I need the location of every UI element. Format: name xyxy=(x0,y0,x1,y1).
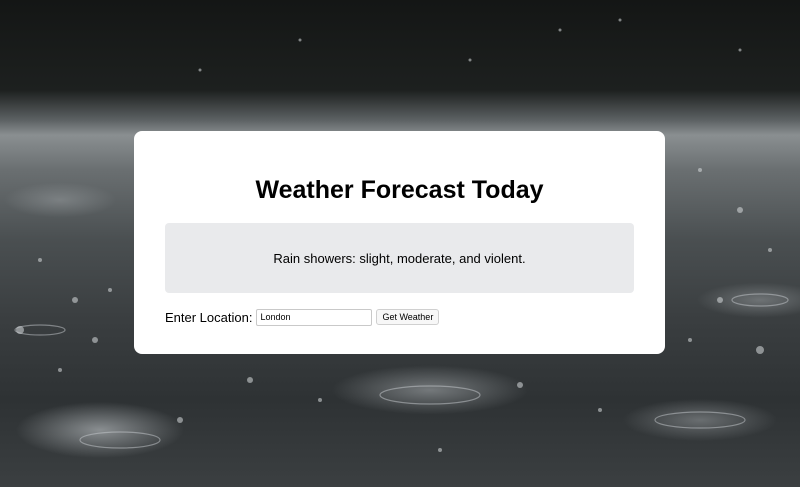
get-weather-button[interactable]: Get Weather xyxy=(376,309,440,325)
forecast-panel: Rain showers: slight, moderate, and viol… xyxy=(165,223,634,293)
weather-card: Weather Forecast Today Rain showers: sli… xyxy=(134,131,665,354)
forecast-description: Rain showers: slight, moderate, and viol… xyxy=(273,250,526,266)
page-title: Weather Forecast Today xyxy=(255,176,544,204)
location-form: Enter Location: Get Weather xyxy=(165,307,440,327)
location-label: Enter Location: xyxy=(165,309,253,325)
location-input[interactable] xyxy=(256,308,373,326)
